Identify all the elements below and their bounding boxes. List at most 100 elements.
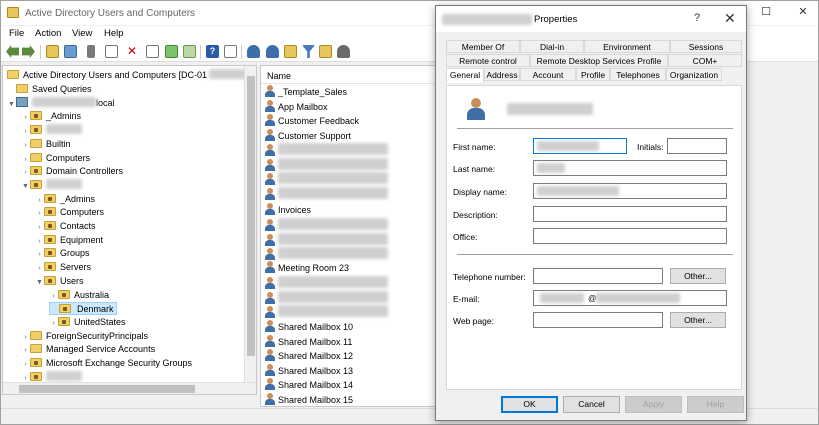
tree-item[interactable]: › Computers <box>35 206 104 219</box>
apply-button[interactable]: Apply <box>625 396 682 413</box>
name-column-header[interactable]: Name <box>261 66 435 84</box>
list-item[interactable]: Customer Feedback <box>265 114 359 128</box>
expand-arrow-icon[interactable]: › <box>21 331 30 344</box>
menu-help[interactable]: Help <box>104 28 124 39</box>
ok-button[interactable]: OK <box>501 396 558 413</box>
tree-item[interactable]: › Managed Service Accounts <box>21 343 155 356</box>
tree-item[interactable]: › <box>21 124 82 137</box>
tree-item[interactable]: › UnitedStates <box>49 316 126 329</box>
expand-arrow-icon[interactable]: › <box>49 290 58 303</box>
expand-arrow-icon[interactable]: › <box>35 207 44 220</box>
help-button[interactable]: Help <box>687 396 744 413</box>
tree-horizontal-scrollbar[interactable] <box>3 382 256 394</box>
tree-item[interactable]: › Domain Controllers <box>21 165 123 178</box>
office-field[interactable] <box>533 228 727 244</box>
list-item[interactable]: Meeting Room 23 <box>265 261 349 275</box>
tree-item[interactable]: › Servers <box>35 261 91 274</box>
list-item[interactable] <box>265 305 388 319</box>
refresh-icon[interactable] <box>165 45 178 58</box>
add-to-group-icon[interactable] <box>337 45 350 58</box>
menu-view[interactable]: View <box>72 28 92 39</box>
email-field[interactable]: @ <box>533 290 727 306</box>
expand-arrow-icon[interactable]: › <box>21 344 30 357</box>
copy-icon[interactable] <box>105 45 118 58</box>
list-item[interactable] <box>265 232 388 247</box>
expand-arrow-icon[interactable]: › <box>35 262 44 275</box>
tab-remote-desktop-services-profile[interactable]: Remote Desktop Services Profile <box>530 54 668 67</box>
filter-icon[interactable] <box>302 45 315 58</box>
tree-vertical-scrollbar[interactable] <box>244 66 256 394</box>
new-group-icon[interactable] <box>266 45 279 58</box>
expand-arrow-icon[interactable]: › <box>49 317 58 330</box>
expanded-arrow-icon[interactable]: ▼ <box>21 180 30 193</box>
expand-arrow-icon[interactable]: › <box>21 125 30 138</box>
console-tree[interactable]: Active Directory Users and Computers [DC… <box>2 65 257 395</box>
display-name-field[interactable] <box>533 183 727 199</box>
web-page-field[interactable] <box>533 312 663 328</box>
back-arrow-icon[interactable] <box>6 45 19 58</box>
tree-item[interactable]: › Equipment <box>35 234 103 247</box>
list-item[interactable]: Shared Mailbox 13 <box>265 363 353 378</box>
up-folder-icon[interactable] <box>46 45 59 58</box>
tree-item[interactable]: › Groups <box>35 247 90 260</box>
tree-item[interactable]: › Builtin <box>21 138 71 151</box>
web-page-other-button[interactable]: Other... <box>670 312 726 328</box>
list-item[interactable] <box>265 157 388 172</box>
tree-item[interactable]: › _Admins <box>21 110 81 123</box>
tab-dial-in[interactable]: Dial-in <box>520 40 584 53</box>
help-icon[interactable]: ? <box>206 45 219 58</box>
list-item[interactable]: Invoices <box>265 203 311 217</box>
tab-environment[interactable]: Environment <box>584 40 670 53</box>
list-item[interactable] <box>265 290 388 305</box>
menu-file[interactable]: File <box>9 28 24 39</box>
tree-item[interactable]: Saved Queries <box>7 83 92 96</box>
description-field[interactable] <box>533 206 727 222</box>
tab-general[interactable]: General <box>446 68 484 83</box>
first-name-field[interactable] <box>533 138 627 154</box>
close-icon[interactable]: ✕ <box>724 10 736 27</box>
list-item[interactable]: Shared Mailbox 12 <box>265 349 353 363</box>
maximize-icon[interactable]: ☐ <box>759 5 773 19</box>
tab-com-[interactable]: COM+ <box>668 54 742 67</box>
tab-profile[interactable]: Profile <box>576 68 610 81</box>
show-pane-icon[interactable] <box>224 45 237 58</box>
list-item[interactable] <box>265 247 388 261</box>
telephone-other-button[interactable]: Other... <box>670 268 726 284</box>
expanded-arrow-icon[interactable]: ▼ <box>7 98 16 111</box>
list-item[interactable] <box>265 172 388 186</box>
expand-arrow-icon[interactable]: › <box>21 139 30 152</box>
new-ou-icon[interactable] <box>284 45 297 58</box>
expand-arrow-icon[interactable]: › <box>35 221 44 234</box>
properties-icon[interactable] <box>146 45 159 58</box>
tree-item[interactable]: › ForeignSecurityPrincipals <box>21 330 148 343</box>
expanded-arrow-icon[interactable]: ▼ <box>35 276 44 289</box>
details-list[interactable]: Name _Template_Sales App Mailbox Customer … <box>260 65 436 407</box>
list-item[interactable]: Shared Mailbox 14 <box>265 378 353 392</box>
menu-action[interactable]: Action <box>35 28 61 39</box>
tree-item[interactable]: › Contacts <box>35 220 96 233</box>
console-tree-icon[interactable] <box>64 45 77 58</box>
new-user-icon[interactable] <box>247 45 260 58</box>
cancel-button[interactable]: Cancel <box>563 396 620 413</box>
tree-item[interactable]: › Australia <box>49 289 109 302</box>
tree-item[interactable]: ▼ <box>21 178 82 193</box>
list-item[interactable]: _Template_Sales <box>265 85 347 99</box>
tree-root[interactable]: Active Directory Users and Computers [DC… <box>7 69 250 82</box>
tree-item[interactable]: › Computers <box>21 152 90 165</box>
list-item[interactable] <box>265 186 388 201</box>
telephone-field[interactable] <box>533 268 663 284</box>
list-item[interactable] <box>265 143 388 157</box>
close-icon[interactable]: ✕ <box>796 5 810 19</box>
expand-arrow-icon[interactable]: › <box>21 166 30 179</box>
tree-item[interactable]: ▼ local <box>7 96 115 111</box>
tab-member-of[interactable]: Member Of <box>446 40 520 53</box>
list-item[interactable]: Customer Support <box>265 128 351 143</box>
initials-field[interactable] <box>667 138 727 154</box>
expand-arrow-icon[interactable]: › <box>35 194 44 207</box>
last-name-field[interactable] <box>533 160 727 176</box>
list-item[interactable] <box>265 276 388 290</box>
list-item[interactable]: Shared Mailbox 10 <box>265 320 353 334</box>
delete-icon[interactable]: ✕ <box>127 45 140 58</box>
tree-item[interactable]: Denmark <box>49 302 117 316</box>
tab-organization[interactable]: Organization <box>666 68 722 81</box>
